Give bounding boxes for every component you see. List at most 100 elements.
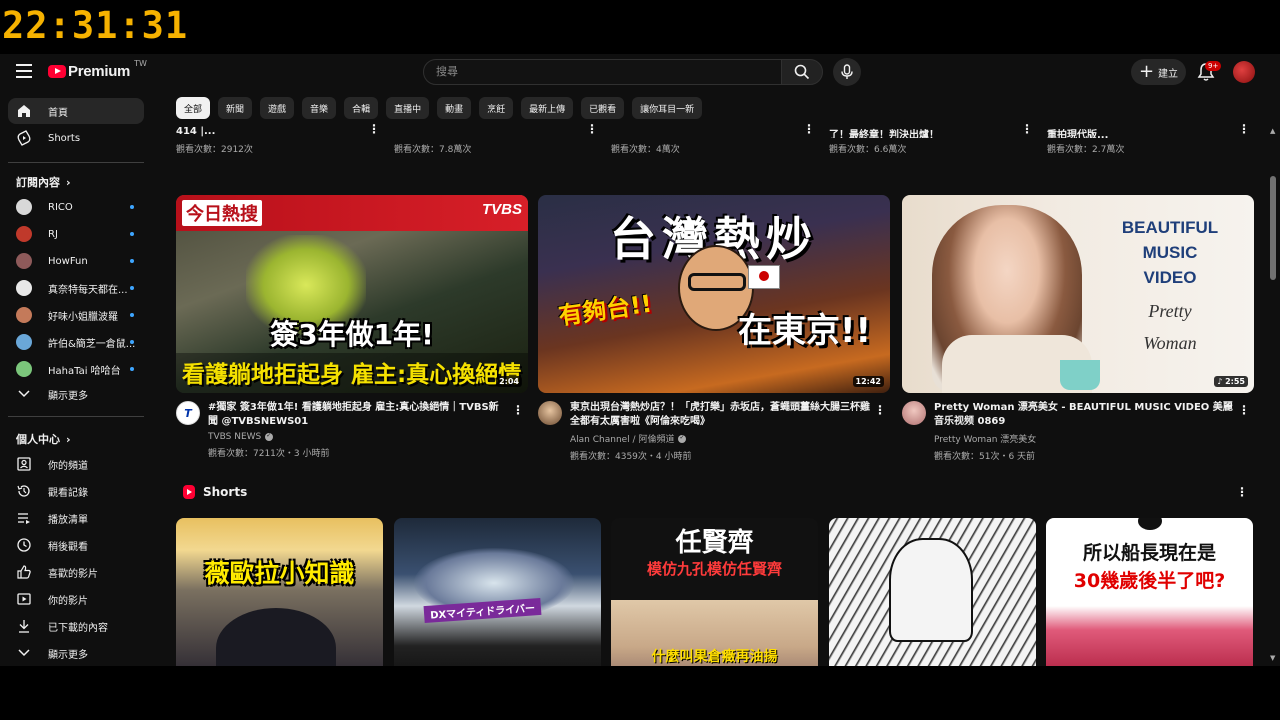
channel-name[interactable]: Pretty Woman 漂亮美女	[934, 432, 1036, 445]
sidebar-item-watch-later[interactable]: 稍後觀看	[8, 532, 144, 558]
more-options-icon[interactable]: ⋮	[874, 403, 886, 417]
sidebar-subscription-item[interactable]: 許伯&簡芝一倉鼠...	[8, 329, 144, 355]
sidebar-item-your-channel[interactable]: 你的頻道	[8, 451, 144, 477]
filter-chip[interactable]: 遊戲	[260, 97, 295, 119]
more-options-icon[interactable]: ⋮	[368, 123, 380, 135]
channel-avatar-image	[16, 199, 32, 215]
sidebar-item-home[interactable]: 首頁	[8, 98, 144, 124]
show-more-label: 顯示更多	[48, 649, 88, 661]
thumb-text-line: MUSIC	[1142, 243, 1198, 262]
scroll-up-arrow[interactable]: ▲	[1270, 127, 1275, 135]
channel-name[interactable]: Alan Channel / 阿倫頻道	[570, 432, 674, 445]
sidebar-item-playlists[interactable]: 播放清單	[8, 505, 144, 531]
video-title[interactable]	[611, 126, 680, 138]
channel-avatar[interactable]	[902, 401, 926, 425]
sidebar-item-your-videos[interactable]: 你的影片	[8, 586, 144, 612]
sidebar-item-label: Shorts	[48, 132, 81, 144]
thumb-headline: 簽3年做1年!	[270, 318, 434, 351]
previous-video-meta: 了！最終章！判決出爐！ 觀看次數：6.6萬次	[829, 126, 939, 155]
video-title[interactable]: Pretty Woman 漂亮美女 - BEAUTIFUL MUSIC VIDE…	[934, 401, 1234, 429]
more-options-icon[interactable]: ⋮	[586, 123, 598, 135]
sidebar-item-downloads[interactable]: 已下載的內容	[8, 613, 144, 639]
video-meta: Pretty Woman 漂亮美女 - BEAUTIFUL MUSIC VIDE…	[902, 401, 1254, 462]
sidebar: 首頁 Shorts 訂閱內容 › 顯示更多 個人中心 › 你的頻道 觀看記錄 播…	[0, 90, 160, 666]
channel-avatar[interactable]	[538, 401, 562, 425]
microphone-icon	[841, 64, 853, 79]
more-options-icon[interactable]: ⋮	[1236, 486, 1248, 498]
video-card[interactable]: BEAUTIFUL MUSIC VIDEO Pretty Woman ♪ 2:5…	[902, 195, 1254, 462]
filter-chip[interactable]: 動畫	[437, 97, 472, 119]
video-card[interactable]: 台灣熱炒 有夠台!! 在東京!! 12:42 東京出現台灣熱炒店？！「虎打樂」赤…	[538, 195, 890, 462]
verified-icon	[265, 432, 274, 441]
channel-name[interactable]: TVBS NEWS	[208, 432, 261, 442]
sidebar-subscription-item[interactable]: RJ	[8, 221, 144, 247]
more-options-icon[interactable]: ⋮	[1021, 123, 1033, 135]
sidebar-item-label: 喜歡的影片	[48, 568, 98, 580]
previous-video-meta: 重拍現代版... 觀看次數：2.7萬次	[1047, 126, 1124, 155]
search-input[interactable]	[434, 64, 758, 79]
scroll-down-arrow[interactable]: ▼	[1270, 654, 1275, 662]
more-options-icon[interactable]: ⋮	[512, 403, 524, 417]
sidebar-item-label: 稍後觀看	[48, 541, 88, 553]
channel-avatar[interactable]: T	[176, 401, 200, 425]
filter-chip[interactable]: 音樂	[302, 97, 337, 119]
filter-chip[interactable]: 直播中	[386, 97, 430, 119]
video-title[interactable]	[394, 126, 471, 138]
search-box	[423, 59, 783, 85]
more-options-icon[interactable]: ⋮	[803, 123, 815, 135]
sidebar-item-liked-videos[interactable]: 喜歡的影片	[8, 559, 144, 585]
voice-search-button[interactable]	[833, 58, 861, 86]
short-card[interactable]: 任賢齊 模仿九孔模仿任賢齊 什麼叫果倉癥再油揚	[611, 518, 818, 666]
filter-chip[interactable]: 全部	[176, 97, 211, 119]
previous-video-meta: 觀看次數：4萬次	[611, 126, 680, 155]
thumb-text-line: Pretty	[1148, 301, 1192, 321]
account-avatar[interactable]	[1233, 61, 1255, 83]
sidebar-item-label: 你的影片	[48, 595, 88, 607]
short-card[interactable]	[829, 518, 1036, 666]
you-header[interactable]: 個人中心 ›	[16, 431, 71, 447]
youtube-logo[interactable]: Premium TW	[48, 59, 147, 80]
video-title[interactable]: 了！最終章！判決出爐！	[829, 126, 939, 138]
sidebar-subscription-item[interactable]: HahaTai 哈哈台	[8, 356, 144, 382]
short-card[interactable]: 所以船長現在是 30幾歲後半了吧?	[1046, 518, 1253, 666]
short-card[interactable]: 薇歐拉小知識	[176, 518, 383, 666]
subscriptions-show-more[interactable]: 顯示更多	[8, 381, 144, 407]
video-thumbnail[interactable]: 今日熱搜 TVBS 簽3年做1年! 看護躺地拒起身 雇主:真心換絕情 2:04	[176, 195, 528, 393]
new-content-dot	[130, 232, 134, 236]
video-thumbnail[interactable]: BEAUTIFUL MUSIC VIDEO Pretty Woman ♪ 2:5…	[902, 195, 1254, 393]
show-more-label: 顯示更多	[48, 390, 88, 402]
sidebar-item-shorts[interactable]: Shorts	[8, 125, 144, 151]
video-title[interactable]: 重拍現代版...	[1047, 126, 1124, 138]
create-button[interactable]: + 建立	[1131, 59, 1186, 85]
channel-avatar-image	[16, 226, 32, 242]
video-thumbnail[interactable]: 台灣熱炒 有夠台!! 在東京!! 12:42	[538, 195, 890, 393]
new-content-dot	[130, 205, 134, 209]
channel-avatar	[16, 226, 32, 242]
sidebar-item-label: 觀看記錄	[48, 487, 88, 499]
video-title[interactable]: 東京出現台灣熱炒店？！「虎打樂」赤坂店，蒼蠅頭薑絲大腸三杯雞全都有太厲害啦《阿倫…	[570, 401, 870, 429]
filter-chip[interactable]: 讓你耳目一新	[632, 97, 703, 119]
sidebar-subscription-item[interactable]: 真奈特每天都在...	[8, 275, 144, 301]
more-options-icon[interactable]: ⋮	[1238, 123, 1250, 135]
video-card[interactable]: 今日熱搜 TVBS 簽3年做1年! 看護躺地拒起身 雇主:真心換絕情 2:04 …	[176, 195, 528, 459]
subscriptions-header[interactable]: 訂閱內容 ›	[16, 174, 71, 190]
duration-text: 2:55	[1225, 377, 1245, 386]
more-options-icon[interactable]: ⋮	[1238, 403, 1250, 417]
filter-chip[interactable]: 新聞	[218, 97, 253, 119]
sidebar-subscription-item[interactable]: 好味小姐臘波羅	[8, 302, 144, 328]
filter-chip[interactable]: 最新上傳	[521, 97, 574, 119]
scrollbar-thumb[interactable]	[1270, 176, 1276, 280]
filter-chip[interactable]: 烹飪	[479, 97, 514, 119]
filter-chip[interactable]: 已觀看	[581, 97, 625, 119]
sidebar-item-history[interactable]: 觀看記錄	[8, 478, 144, 504]
short-card[interactable]: DXマイティドライバー	[394, 518, 601, 666]
sidebar-subscription-item[interactable]: HowFun	[8, 248, 144, 274]
sidebar-item-label: 已下載的內容	[48, 622, 108, 634]
you-show-more[interactable]: 顯示更多	[8, 640, 144, 666]
sidebar-subscription-item[interactable]: RICO	[8, 194, 144, 220]
search-button[interactable]	[781, 59, 823, 85]
video-title[interactable]: #獨家 簽3年做1年! 看護躺地拒起身 雇主:真心換絕情｜TVBS新聞 @TVB…	[208, 401, 508, 429]
video-title[interactable]: 414 |...	[176, 126, 253, 138]
menu-icon[interactable]	[16, 64, 32, 82]
filter-chip[interactable]: 合輯	[344, 97, 379, 119]
